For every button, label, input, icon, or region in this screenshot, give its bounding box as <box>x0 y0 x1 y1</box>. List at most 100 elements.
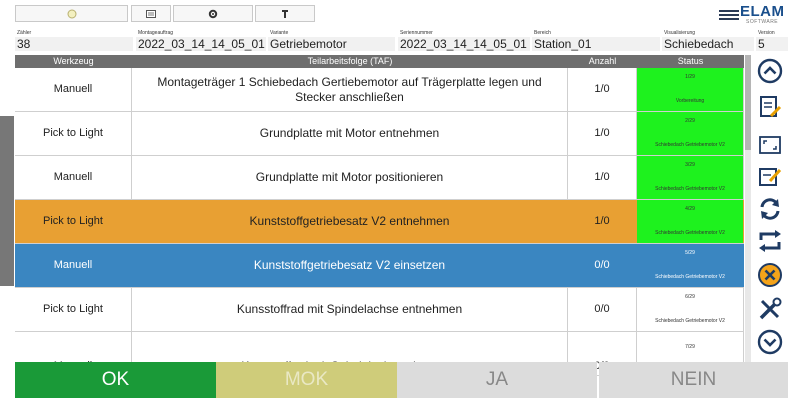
tools-button[interactable] <box>255 5 315 22</box>
table-row[interactable]: Manuell Grundplatte mit Motor positionie… <box>15 156 744 200</box>
settings-button[interactable] <box>173 5 253 22</box>
keyboard-button[interactable] <box>131 5 171 22</box>
info-variante: Variante Getriebemotor <box>268 30 395 52</box>
top-toolbar: ELAM SOFTWARE <box>15 3 785 27</box>
visualisierung-label: Visualisierung <box>664 30 696 36</box>
status-step: 1/29 <box>685 74 695 80</box>
visualisierung-value: Schiebedach <box>662 37 754 51</box>
taf-table: Werkzeug Teilarbeitsfolge (TAF) Anzahl S… <box>15 55 744 398</box>
scroll-down-button[interactable] <box>756 328 784 356</box>
cell-anzahl: 1/0 <box>568 68 637 111</box>
table-row[interactable]: Pick to Light Grundplatte mit Motor entn… <box>15 112 744 156</box>
nein-button[interactable]: NEIN <box>599 362 788 398</box>
cell-taf: Kunststoffgetriebesatz V2 einsetzen <box>132 244 568 287</box>
fullscreen-button[interactable] <box>756 131 784 159</box>
edit-note-button[interactable] <box>756 163 784 191</box>
cell-status: 1/29 Vorbereitung <box>637 68 744 111</box>
info-version: Version 5 <box>756 30 788 52</box>
table-row[interactable]: Pick to Light Kunsstoffrad mit Spindelac… <box>15 288 744 332</box>
cell-taf: Kunsstoffrad mit Spindelachse entnehmen <box>132 288 568 331</box>
montageauftrag-value: 2022_03_14_14_05_01 <box>136 37 266 51</box>
repeat-icon <box>759 230 781 252</box>
cell-anzahl: 0/0 <box>568 244 637 287</box>
settings-tools-button[interactable] <box>756 295 784 323</box>
scrollbar-thumb[interactable] <box>745 55 751 150</box>
cell-werkzeug: Manuell <box>15 68 132 111</box>
zaehler-value: 38 <box>15 37 133 51</box>
cell-werkzeug: Manuell <box>15 244 132 287</box>
status-step: 5/29 <box>685 250 695 256</box>
version-value: 5 <box>756 37 788 51</box>
bereich-label: Bereich <box>534 30 551 36</box>
status-step: 2/29 <box>685 118 695 124</box>
table-row-selected[interactable]: Manuell Kunststoffgetriebesatz V2 einset… <box>15 244 744 288</box>
variante-value: Getriebemotor <box>268 37 395 51</box>
cell-anzahl: 1/0 <box>568 156 637 199</box>
gear-icon <box>208 9 218 18</box>
scroll-up-icon <box>757 58 783 84</box>
mok-button[interactable]: MOK <box>216 362 397 398</box>
right-action-panel <box>752 55 788 395</box>
status-step: 7/29 <box>685 344 695 350</box>
info-bereich: Bereich Station_01 <box>532 30 660 52</box>
montageauftrag-label: Montageauftrag <box>138 30 174 36</box>
elam-logo: ELAM SOFTWARE <box>719 3 785 29</box>
cell-werkzeug: Manuell <box>15 156 132 199</box>
cancel-button[interactable] <box>756 261 784 289</box>
seriennummer-label: Seriennummer <box>400 30 433 36</box>
cell-status: 4/29 Schiebedach Getriebemotor V2 <box>637 200 744 243</box>
repeat-button[interactable] <box>756 227 784 255</box>
cell-werkzeug: Pick to Light <box>15 200 132 243</box>
circle-button[interactable] <box>15 5 128 22</box>
info-zaehler: Zähler 38 <box>15 30 133 52</box>
seriennummer-value: 2022_03_14_14_05_01 <box>398 37 530 51</box>
table-row-highlighted-orange[interactable]: Pick to Light Kunststoffgetriebesatz V2 … <box>15 200 744 244</box>
edit-note-icon <box>759 168 782 186</box>
table-header: Werkzeug Teilarbeitsfolge (TAF) Anzahl S… <box>15 55 744 68</box>
refresh-button[interactable] <box>756 195 784 223</box>
version-label: Version <box>758 30 775 36</box>
variante-label: Variante <box>270 30 289 36</box>
edit-list-button[interactable] <box>756 93 784 121</box>
cell-taf: Grundplatte mit Motor positionieren <box>132 156 568 199</box>
ok-button[interactable]: OK <box>15 362 216 398</box>
cell-anzahl: 1/0 <box>568 112 637 155</box>
table-scrollbar[interactable] <box>745 55 751 387</box>
bereich-value: Station_01 <box>532 37 660 51</box>
status-text: Schiebedach Getriebemotor V2 <box>655 318 725 324</box>
scroll-up-button[interactable] <box>756 57 784 85</box>
header-werkzeug: Werkzeug <box>53 56 94 66</box>
cancel-icon <box>758 263 782 287</box>
cell-taf: Kunststoffgetriebesatz V2 entnehmen <box>132 200 568 243</box>
cell-status: 5/29 Schiebedach Getriebemotor V2 <box>637 244 744 287</box>
status-text: Schiebedach Getriebemotor V2 <box>655 186 725 192</box>
scroll-down-icon <box>757 329 783 355</box>
keyboard-icon <box>146 9 156 18</box>
header-taf: Teilarbeitsfolge (TAF) <box>307 56 393 66</box>
side-strip <box>0 116 14 286</box>
refresh-icon <box>760 198 780 220</box>
cell-status: 6/29 Schiebedach Getriebemotor V2 <box>637 288 744 331</box>
cell-taf: Grundplatte mit Motor entnehmen <box>132 112 568 155</box>
info-visualisierung: Visualisierung Schiebedach <box>662 30 754 52</box>
status-step: 3/29 <box>685 162 695 168</box>
info-montageauftrag: Montageauftrag 2022_03_14_14_05_01 <box>136 30 266 52</box>
header-status: Status <box>677 56 704 66</box>
info-seriennummer: Seriennummer 2022_03_14_14_05_01 <box>398 30 530 52</box>
cell-werkzeug: Pick to Light <box>15 288 132 331</box>
edit-list-icon <box>760 96 782 118</box>
circle-icon <box>67 9 76 18</box>
cell-status: 2/29 Schiebedach Getriebemotor V2 <box>637 112 744 155</box>
table-row[interactable]: Manuell Montageträger 1 Schiebedach Gert… <box>15 68 744 112</box>
cell-werkzeug: Pick to Light <box>15 112 132 155</box>
status-text: Schiebedach Getriebemotor V2 <box>655 230 725 236</box>
status-step: 6/29 <box>685 294 695 300</box>
status-step: 4/29 <box>685 206 695 212</box>
zaehler-label: Zähler <box>17 30 32 36</box>
ja-button[interactable]: JA <box>397 362 597 398</box>
settings-tools-icon <box>759 297 782 320</box>
tools-icon <box>282 9 288 18</box>
bottom-action-bar: OK MOK JA NEIN <box>15 362 788 398</box>
status-text: Schiebedach Getriebemotor V2 <box>655 274 725 280</box>
fullscreen-icon <box>759 136 781 154</box>
